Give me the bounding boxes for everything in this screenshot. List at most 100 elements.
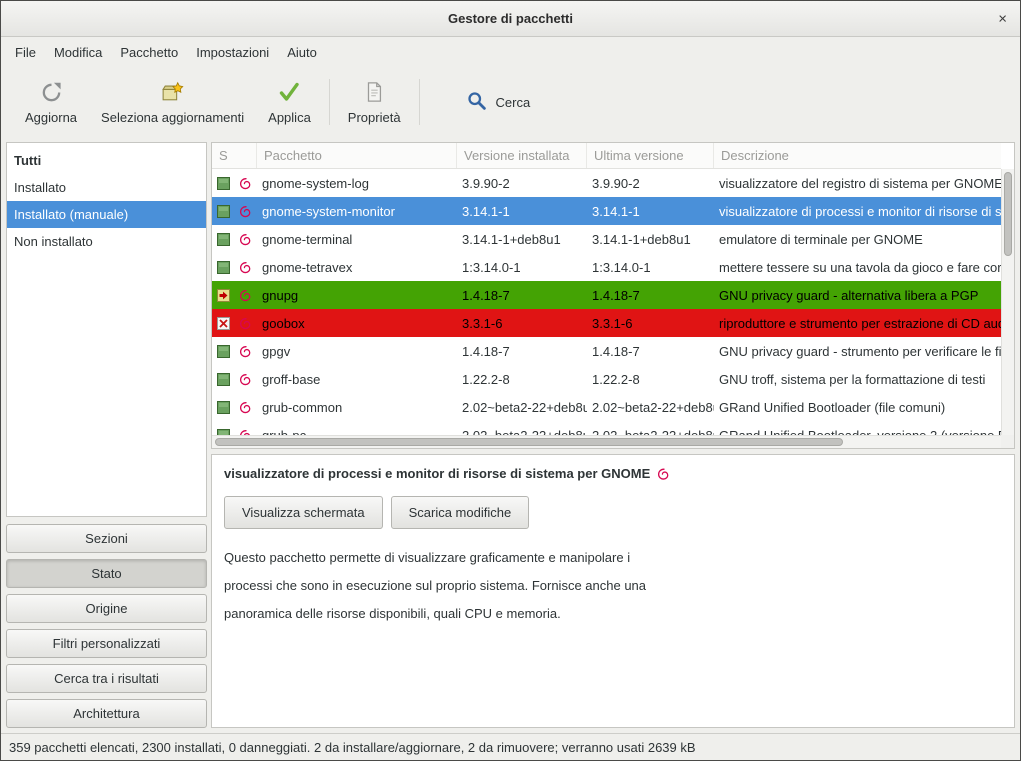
package-details-title-text: visualizzatore di processi e monitor di … xyxy=(224,466,650,481)
filter-item-installato-manuale-[interactable]: Installato (manuale) xyxy=(7,201,206,228)
table-body: gnome-system-log3.9.90-23.9.90-2visualiz… xyxy=(212,169,1001,448)
menu-pacchetto[interactable]: Pacchetto xyxy=(111,40,187,65)
package-row-groff-base[interactable]: groff-base1.22.2-81.22.2-8GNU troff, sis… xyxy=(212,365,1001,393)
toolbar-separator xyxy=(419,79,420,125)
latest-version: 3.14.1-1+deb8u1 xyxy=(587,232,714,247)
sidebar-button-cerca-tra-i-risultati[interactable]: Cerca tra i risultati xyxy=(6,664,207,693)
package-status-installed-icon xyxy=(217,205,230,218)
view-screenshot-button[interactable]: Visualizza schermata xyxy=(224,496,383,529)
search-icon xyxy=(466,90,487,114)
scrollbar-corner xyxy=(1001,435,1014,448)
details-buttons: Visualizza schermata Scarica modifiche xyxy=(224,496,1002,529)
sidebar: TuttiInstallatoInstallato (manuale)Non i… xyxy=(6,142,207,728)
vertical-scrollbar-thumb[interactable] xyxy=(1004,172,1012,256)
column-header-installed-version[interactable]: Versione installata xyxy=(457,143,587,168)
menubar: FileModificaPacchettoImpostazioniAiuto xyxy=(1,37,1020,67)
filter-item-installato[interactable]: Installato xyxy=(7,174,206,201)
column-header-description[interactable]: Descrizione xyxy=(714,143,1001,168)
apply-button[interactable]: Applica xyxy=(256,75,323,129)
apply-label: Applica xyxy=(268,110,311,125)
toolbar: Aggiorna Seleziona aggiornamenti Applica… xyxy=(1,67,1020,137)
package-status-installed-icon xyxy=(217,373,230,386)
package-row-gnome-system-log[interactable]: gnome-system-log3.9.90-23.9.90-2visualiz… xyxy=(212,169,1001,197)
menu-file[interactable]: File xyxy=(6,40,45,65)
package-status-installed-icon xyxy=(217,233,230,246)
reload-button[interactable]: Aggiorna xyxy=(13,75,89,129)
mark-upgrades-icon xyxy=(160,79,185,105)
description-line: Questo pacchetto permette di visualizzar… xyxy=(224,544,1002,572)
filter-list: TuttiInstallatoInstallato (manuale)Non i… xyxy=(6,142,207,517)
package-description: mettere tessere su una tavola da gioco e… xyxy=(714,260,1001,275)
column-header-package[interactable]: Pacchetto xyxy=(257,143,457,168)
horizontal-scrollbar[interactable] xyxy=(212,435,1001,448)
package-row-gnome-system-monitor[interactable]: gnome-system-monitor3.14.1-13.14.1-1visu… xyxy=(212,197,1001,225)
package-name: gnome-system-log xyxy=(257,176,457,191)
package-name: goobox xyxy=(257,316,457,331)
statusbar: 359 pacchetti elencati, 2300 installati,… xyxy=(1,733,1020,760)
filter-mode-buttons: Sezioni Stato Origine Filtri personalizzati… xyxy=(6,524,207,728)
debian-swirl-icon xyxy=(239,345,252,358)
properties-icon xyxy=(363,79,385,105)
latest-version: 3.9.90-2 xyxy=(587,176,714,191)
package-name: groff-base xyxy=(257,372,457,387)
debian-swirl-icon xyxy=(657,467,670,480)
filter-item-tutti[interactable]: Tutti xyxy=(7,147,206,174)
package-status-installed-icon xyxy=(217,401,230,414)
package-status-installed-icon xyxy=(217,345,230,358)
package-row-gpgv[interactable]: gpgv1.4.18-71.4.18-7GNU privacy guard - … xyxy=(212,337,1001,365)
latest-version: 1.4.18-7 xyxy=(587,344,714,359)
debian-swirl-icon xyxy=(239,317,252,330)
sidebar-button-sezioni[interactable]: Sezioni xyxy=(6,524,207,553)
debian-swirl-icon xyxy=(239,401,252,414)
sidebar-button-stato[interactable]: Stato xyxy=(6,559,207,588)
sidebar-button-origine[interactable]: Origine xyxy=(6,594,207,623)
apply-check-icon xyxy=(277,79,301,105)
window-close-button[interactable]: × xyxy=(998,11,1007,26)
package-description: emulatore di terminale per GNOME xyxy=(714,232,1001,247)
package-description: GNU privacy guard - alternativa libera a… xyxy=(714,288,1001,303)
vertical-scrollbar[interactable] xyxy=(1001,169,1014,435)
package-status-remove-icon xyxy=(217,317,230,330)
package-name: gnupg xyxy=(257,288,457,303)
description-line: panoramica delle risorse disponibili, qu… xyxy=(224,600,1002,628)
column-header-latest-version[interactable]: Ultima versione xyxy=(587,143,714,168)
menu-impostazioni[interactable]: Impostazioni xyxy=(187,40,278,65)
sidebar-button-architettura[interactable]: Architettura xyxy=(6,699,207,728)
debian-swirl-icon xyxy=(239,261,252,274)
package-long-description: Questo pacchetto permette di visualizzar… xyxy=(224,544,1002,628)
properties-button[interactable]: Proprietà xyxy=(336,75,413,129)
latest-version: 1.4.18-7 xyxy=(587,288,714,303)
package-description: GNU troff, sistema per la formattazione … xyxy=(714,372,1001,387)
installed-version: 3.14.1-1+deb8u1 xyxy=(457,232,587,247)
package-table: S Pacchetto Versione installata Ultima v… xyxy=(211,142,1015,449)
main-content: TuttiInstallatoInstallato (manuale)Non i… xyxy=(1,137,1020,733)
package-description: visualizzatore di processi e monitor di … xyxy=(714,204,1001,219)
latest-version: 1:3.14.0-1 xyxy=(587,260,714,275)
package-row-gnupg[interactable]: gnupg1.4.18-71.4.18-7GNU privacy guard -… xyxy=(212,281,1001,309)
package-description: GNU privacy guard - strumento per verifi… xyxy=(714,344,1001,359)
horizontal-scrollbar-thumb[interactable] xyxy=(215,438,843,446)
mark-all-upgrades-button[interactable]: Seleziona aggiornamenti xyxy=(89,75,256,129)
package-row-goobox[interactable]: goobox3.3.1-63.3.1-6riproduttore e strum… xyxy=(212,309,1001,337)
package-row-gnome-tetravex[interactable]: gnome-tetravex1:3.14.0-11:3.14.0-1metter… xyxy=(212,253,1001,281)
table-header-row: S Pacchetto Versione installata Ultima v… xyxy=(212,143,1001,169)
package-description: GRand Unified Bootloader (file comuni) xyxy=(714,400,1001,415)
package-row-grub-common[interactable]: grub-common2.02~beta2-22+deb8u12.02~beta… xyxy=(212,393,1001,421)
sidebar-button-filtri-personalizzati[interactable]: Filtri personalizzati xyxy=(6,629,207,658)
package-name: gnome-terminal xyxy=(257,232,457,247)
download-changelog-button[interactable]: Scarica modifiche xyxy=(391,496,530,529)
debian-swirl-icon xyxy=(239,233,252,246)
package-row-gnome-terminal[interactable]: gnome-terminal3.14.1-1+deb8u13.14.1-1+de… xyxy=(212,225,1001,253)
package-area: S Pacchetto Versione installata Ultima v… xyxy=(211,142,1015,728)
reload-label: Aggiorna xyxy=(25,110,77,125)
menu-aiuto[interactable]: Aiuto xyxy=(278,40,326,65)
package-name: gpgv xyxy=(257,344,457,359)
titlebar: Gestore di pacchetti × xyxy=(1,1,1020,37)
filter-item-non-installato[interactable]: Non installato xyxy=(7,228,206,255)
debian-swirl-icon xyxy=(239,373,252,386)
package-status-installed-icon xyxy=(217,261,230,274)
search-button[interactable]: Cerca xyxy=(448,80,549,124)
column-header-status[interactable]: S xyxy=(212,143,257,168)
installed-version: 2.02~beta2-22+deb8u1 xyxy=(457,400,587,415)
menu-modifica[interactable]: Modifica xyxy=(45,40,111,65)
